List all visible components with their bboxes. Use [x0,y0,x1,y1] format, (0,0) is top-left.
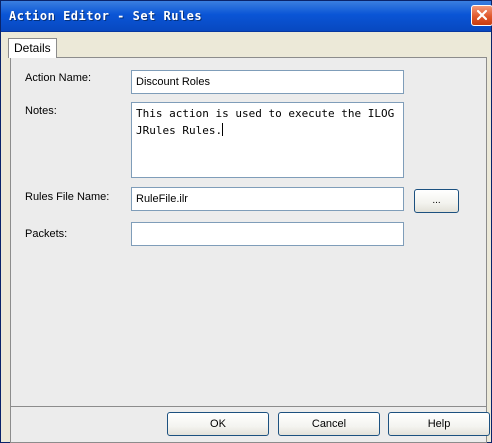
tab-strip: Details [1,32,491,58]
ok-button[interactable]: OK [167,412,269,436]
details-panel: Action Name: Discount Roles Notes: This … [10,57,487,407]
close-icon [476,9,488,21]
action-name-input[interactable]: Discount Roles [131,70,404,94]
action-editor-dialog: Action Editor - Set Rules Details Action… [0,0,492,443]
button-bar: OK Cancel Help [10,407,490,443]
packets-input[interactable] [131,222,404,246]
close-button[interactable] [471,5,492,26]
notes-label: Notes: [25,105,57,117]
action-name-label: Action Name: [25,72,92,84]
rules-file-name-input[interactable]: RuleFile.ilr [131,187,404,211]
window-title: Action Editor - Set Rules [9,9,203,23]
browse-button[interactable]: ... [414,189,459,213]
text-caret [222,123,224,136]
cancel-button[interactable]: Cancel [278,412,380,436]
notes-text: This action is used to execute the ILOG … [136,107,401,137]
packets-label: Packets: [25,228,68,240]
rules-file-name-label: Rules File Name: [25,191,110,203]
help-button[interactable]: Help [388,412,490,436]
tab-details[interactable]: Details [8,38,57,58]
notes-textarea[interactable]: This action is used to execute the ILOG … [131,102,404,178]
title-bar[interactable]: Action Editor - Set Rules [1,1,492,32]
